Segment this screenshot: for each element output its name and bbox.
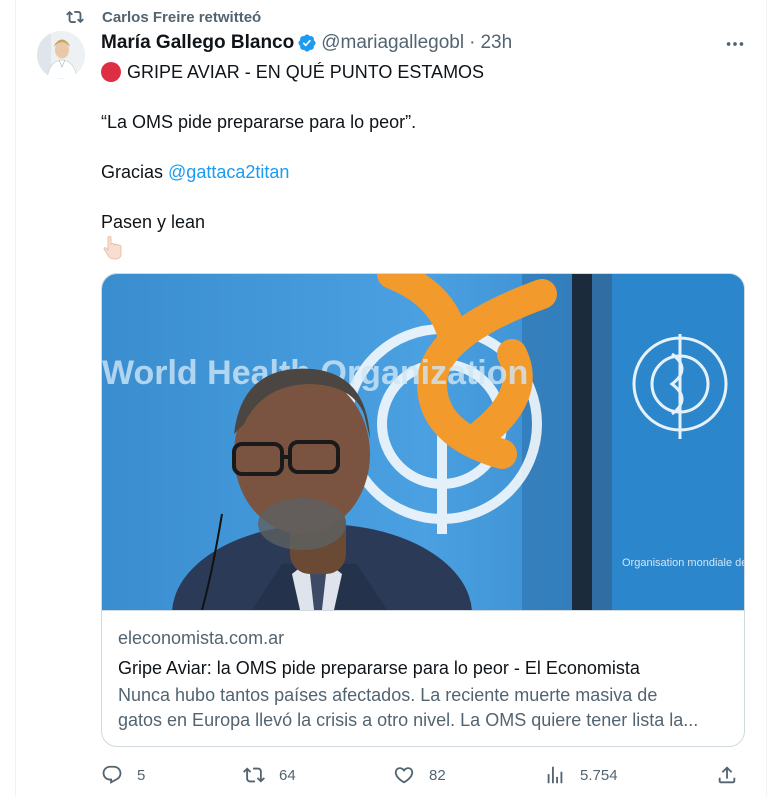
mention-link[interactable]: @gattaca2titan (168, 162, 289, 182)
red-circle-emoji (101, 62, 121, 82)
tweet-header: María Gallego Blanco @mariagallegobl · 2… (101, 31, 512, 55)
share-button[interactable] (716, 762, 738, 788)
tweet-line-2: “La OMS pide prepararse para lo peor”. (101, 112, 417, 132)
card-description-line-1: Nunca hubo tantos países afectados. La r… (118, 685, 658, 705)
tweet-time[interactable]: 23h (480, 32, 512, 54)
retweet-text: Carlos Freire retwitteó (102, 8, 262, 26)
heart-icon (394, 767, 414, 784)
like-count: 82 (429, 766, 446, 784)
analytics-icon (547, 766, 563, 784)
left-border (15, 0, 16, 796)
card-domain: eleconomista.com.ar (118, 628, 285, 648)
tweet-actions: 5 64 82 5.754 (101, 762, 743, 788)
card-info[interactable]: eleconomista.com.ar Gripe Aviar: la OMS … (102, 610, 744, 746)
author-name[interactable]: María Gallego Blanco (101, 32, 294, 54)
reply-count: 5 (137, 766, 146, 784)
tweet-line-3: Gracias @gattaca2titan (101, 160, 289, 184)
tweet-line-4: Pasen y lean (101, 212, 206, 232)
card-title: Gripe Aviar: la OMS pide prepararse para… (118, 658, 640, 678)
share-icon (718, 766, 736, 784)
more-options-icon[interactable] (724, 33, 746, 55)
thanks-text: Gracias (101, 162, 169, 182)
link-preview-card[interactable]: World Health Organization Organisation m… (101, 273, 745, 747)
retweet-button[interactable]: 64 (243, 762, 296, 788)
separator-dot: · (469, 32, 476, 53)
views-button[interactable]: 5.754 (544, 762, 618, 788)
card-description: Nunca hubo tantos países afectados. La r… (118, 683, 730, 733)
tweet-headline: GRIPE AVIAR - EN QUÉ PUNTO ESTAMOS (127, 62, 485, 82)
right-border (766, 0, 767, 796)
tweet-line-1: GRIPE AVIAR - EN QUÉ PUNTO ESTAMOS (101, 60, 484, 84)
retweet-count: 64 (279, 766, 296, 784)
image-org-text-right: Organisation mondiale de la Santé (622, 557, 744, 569)
point-down-emoji (103, 236, 122, 260)
avatar-image (37, 31, 85, 79)
views-count: 5.754 (580, 766, 618, 784)
reply-button[interactable]: 5 (101, 762, 145, 788)
retweet-icon (66, 10, 84, 24)
avatar[interactable] (37, 31, 85, 79)
retweet-context[interactable]: Carlos Freire retwitteó (66, 6, 261, 28)
reply-icon (102, 765, 122, 784)
card-image: World Health Organization Organisation m… (102, 274, 744, 610)
author-handle[interactable]: @mariagallegobl (321, 32, 464, 54)
card-description-line-2: gatos en Europa llevó la crisis a otro n… (118, 710, 699, 730)
like-button[interactable]: 82 (393, 762, 446, 788)
verified-badge-icon[interactable] (297, 33, 317, 53)
retweet-action-icon (243, 767, 265, 783)
